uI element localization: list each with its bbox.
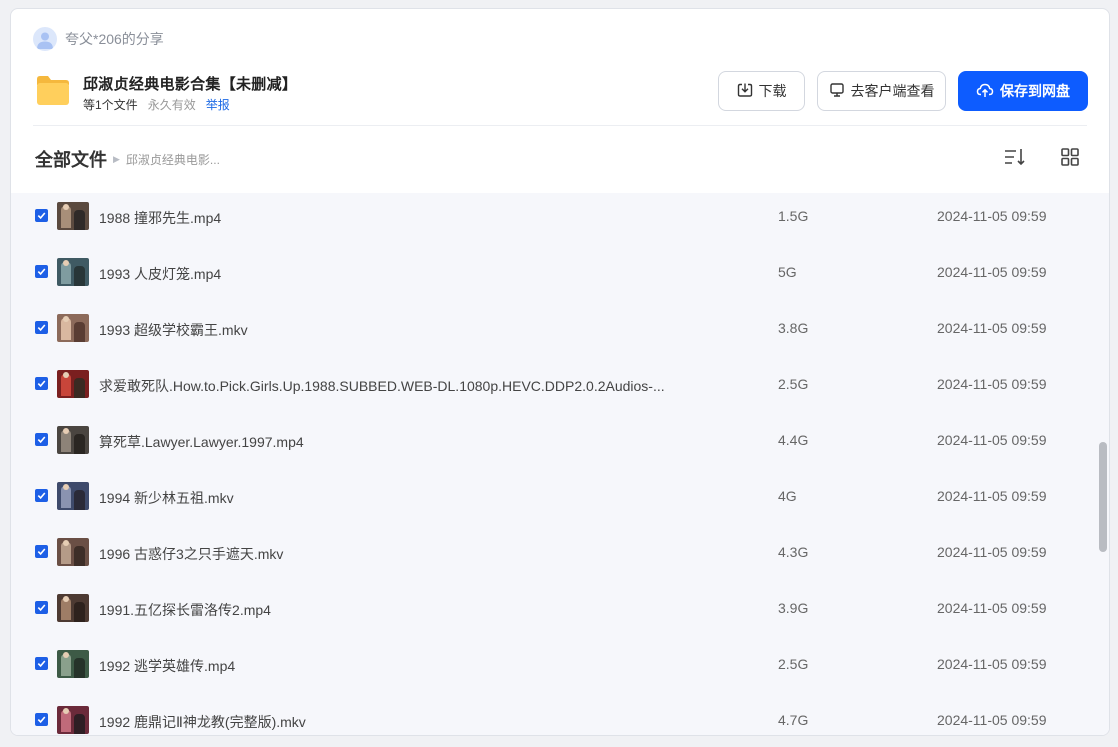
video-thumbnail-icon bbox=[57, 706, 89, 734]
file-name[interactable]: 算死草.Lawyer.Lawyer.1997.mp4 bbox=[99, 432, 304, 452]
report-link[interactable]: 举报 bbox=[206, 96, 230, 113]
file-row[interactable]: 1993 人皮灯笼.mp4 5G 2024-11-05 09:59 bbox=[11, 258, 1096, 314]
open-client-button[interactable]: 去客户端查看 bbox=[817, 71, 946, 111]
download-button[interactable]: 下载 bbox=[718, 71, 805, 111]
download-icon bbox=[737, 82, 753, 101]
file-size: 3.8G bbox=[778, 320, 809, 336]
file-row[interactable]: 1994 新少林五祖.mkv 4G 2024-11-05 09:59 bbox=[11, 482, 1096, 538]
file-modified-time: 2024-11-05 09:59 bbox=[937, 712, 1047, 728]
row-checkbox[interactable] bbox=[35, 713, 48, 726]
file-name[interactable]: 1994 新少林五祖.mkv bbox=[99, 488, 234, 508]
file-row[interactable]: 1992 逃学英雄传.mp4 2.5G 2024-11-05 09:59 bbox=[11, 650, 1096, 706]
file-row[interactable]: 1992 鹿鼎记Ⅱ神龙教(完整版).mkv 4.7G 2024-11-05 09:5… bbox=[11, 706, 1096, 735]
file-modified-time: 2024-11-05 09:59 bbox=[937, 264, 1047, 280]
file-row[interactable]: 算死草.Lawyer.Lawyer.1997.mp4 4.4G 2024-11-05… bbox=[11, 426, 1096, 482]
file-name[interactable]: 1996 古惑仔3之只手遮天.mkv bbox=[99, 544, 283, 564]
file-list: 1988 撞邪先生.mp4 1.5G 2024-11-05 09:59 1993 人皮… bbox=[11, 193, 1109, 735]
video-thumbnail-icon bbox=[57, 482, 89, 510]
chevron-right-icon: ▶ bbox=[113, 153, 120, 164]
video-thumbnail-icon bbox=[57, 650, 89, 678]
breadcrumb-current: 邱淑贞经典电影... bbox=[125, 152, 220, 167]
sharer-name: 夸父*206的分享 bbox=[65, 31, 164, 47]
share-title: 邱淑贞经典电影合集【未删减】 bbox=[83, 76, 298, 93]
header-divider bbox=[33, 125, 1087, 126]
file-size: 2.5G bbox=[778, 656, 809, 672]
video-thumbnail-icon bbox=[57, 202, 89, 230]
breadcrumb: 全部文件 ▶ 邱淑贞经典电影... bbox=[35, 146, 220, 172]
file-size: 4.4G bbox=[778, 432, 809, 448]
row-checkbox[interactable] bbox=[35, 321, 48, 334]
file-size: 4.7G bbox=[778, 712, 809, 728]
file-size: 5G bbox=[778, 264, 797, 280]
file-modified-time: 2024-11-05 09:59 bbox=[937, 544, 1047, 560]
validity: 永久有效 bbox=[147, 98, 196, 112]
row-checkbox[interactable] bbox=[35, 377, 48, 390]
row-checkbox[interactable] bbox=[35, 657, 48, 670]
save-to-drive-button[interactable]: 保存到网盘 bbox=[958, 71, 1088, 111]
file-name[interactable]: 1992 鹿鼎记Ⅱ神龙教(完整版).mkv bbox=[99, 712, 306, 732]
row-checkbox[interactable] bbox=[35, 601, 48, 614]
row-checkbox[interactable] bbox=[35, 489, 48, 502]
file-size: 2.5G bbox=[778, 376, 809, 392]
file-name[interactable]: 1991.五亿探长雷洛传2.mp4 bbox=[99, 600, 271, 620]
file-size: 1.5G bbox=[778, 208, 809, 224]
row-checkbox[interactable] bbox=[35, 545, 48, 558]
breadcrumb-root[interactable]: 全部文件 bbox=[35, 146, 107, 172]
download-label: 下载 bbox=[758, 83, 787, 99]
file-size: 4.3G bbox=[778, 544, 809, 560]
file-modified-time: 2024-11-05 09:59 bbox=[937, 432, 1047, 448]
row-checkbox[interactable] bbox=[35, 433, 48, 446]
sharer-info: 夸父*206的分享 bbox=[33, 27, 164, 51]
file-modified-time: 2024-11-05 09:59 bbox=[937, 376, 1047, 392]
file-modified-time: 2024-11-05 09:59 bbox=[937, 600, 1047, 616]
file-row[interactable]: 1996 古惑仔3之只手遮天.mkv 4.3G 2024-11-05 09:59 bbox=[11, 538, 1096, 594]
file-modified-time: 2024-11-05 09:59 bbox=[937, 488, 1047, 504]
file-size: 4G bbox=[778, 488, 797, 504]
open-client-label: 去客户端查看 bbox=[850, 83, 935, 99]
video-thumbnail-icon bbox=[57, 538, 89, 566]
user-avatar-icon bbox=[33, 27, 57, 51]
monitor-icon bbox=[829, 82, 845, 101]
video-thumbnail-icon bbox=[57, 426, 89, 454]
file-name[interactable]: 1988 撞邪先生.mp4 bbox=[99, 208, 221, 228]
file-row[interactable]: 求爱敢死队.How.to.Pick.Girls.Up.1988.SUBBED.W… bbox=[11, 370, 1096, 426]
cloud-upload-icon bbox=[976, 82, 994, 101]
video-thumbnail-icon bbox=[57, 314, 89, 342]
file-modified-time: 2024-11-05 09:59 bbox=[937, 320, 1047, 336]
folder-icon bbox=[35, 73, 71, 107]
file-name[interactable]: 1993 人皮灯笼.mp4 bbox=[99, 264, 221, 284]
file-row[interactable]: 1993 超级学校霸王.mkv 3.8G 2024-11-05 09:59 bbox=[11, 314, 1096, 370]
share-meta: 等1个文件 永久有效 举报 bbox=[83, 96, 230, 113]
file-modified-time: 2024-11-05 09:59 bbox=[937, 208, 1047, 224]
row-checkbox[interactable] bbox=[35, 209, 48, 222]
file-count: 等1个文件 bbox=[83, 98, 138, 112]
sort-icon[interactable] bbox=[1002, 146, 1026, 168]
grid-view-icon[interactable] bbox=[1059, 146, 1081, 168]
file-name[interactable]: 1993 超级学校霸王.mkv bbox=[99, 320, 248, 340]
file-modified-time: 2024-11-05 09:59 bbox=[937, 656, 1047, 672]
file-row[interactable]: 1991.五亿探长雷洛传2.mp4 3.9G 2024-11-05 09:59 bbox=[11, 594, 1096, 650]
video-thumbnail-icon bbox=[57, 370, 89, 398]
scrollbar-thumb[interactable] bbox=[1099, 442, 1107, 552]
video-thumbnail-icon bbox=[57, 594, 89, 622]
share-card: 夸父*206的分享 邱淑贞经典电影合集【未删减】 等1个文件 永久有效 举报 下… bbox=[10, 8, 1110, 736]
file-name[interactable]: 1992 逃学英雄传.mp4 bbox=[99, 656, 235, 676]
video-thumbnail-icon bbox=[57, 258, 89, 286]
row-checkbox[interactable] bbox=[35, 265, 48, 278]
file-name[interactable]: 求爱敢死队.How.to.Pick.Girls.Up.1988.SUBBED.W… bbox=[99, 376, 665, 396]
file-size: 3.9G bbox=[778, 600, 809, 616]
save-label: 保存到网盘 bbox=[1000, 83, 1070, 99]
file-row[interactable]: 1988 撞邪先生.mp4 1.5G 2024-11-05 09:59 bbox=[11, 202, 1096, 258]
